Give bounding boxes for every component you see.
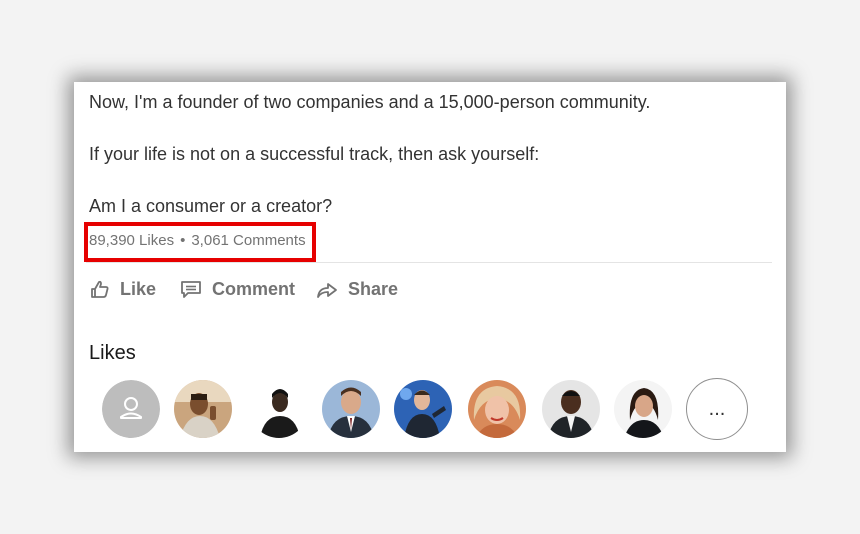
comment-button[interactable]: Comment — [180, 277, 295, 301]
like-button[interactable]: Like — [90, 277, 156, 301]
person-icon — [102, 380, 160, 438]
divider — [86, 262, 772, 263]
comment-label: Comment — [212, 278, 296, 299]
comment-icon — [180, 279, 202, 299]
avatar[interactable] — [542, 380, 600, 438]
avatar[interactable] — [174, 380, 232, 438]
screenshot-stage: Now, I'm a founder of two companies and … — [0, 0, 860, 534]
likes-heading: Likes — [89, 342, 136, 364]
post-text-line: Now, I'm a founder of two companies and … — [89, 92, 651, 112]
avatar[interactable] — [250, 380, 308, 438]
more-label: ... — [708, 397, 726, 420]
avatar-placeholder[interactable] — [102, 380, 160, 438]
post-text-line: Am I a consumer or a creator? — [89, 196, 333, 216]
post-text-line: If your life is not on a successful trac… — [89, 144, 540, 164]
share-arrow-icon — [316, 279, 338, 299]
more-likers-button[interactable]: ... — [686, 378, 748, 440]
avatar[interactable] — [468, 380, 526, 438]
like-label: Like — [120, 278, 157, 299]
share-button[interactable]: Share — [316, 277, 398, 301]
post-card: Now, I'm a founder of two companies and … — [74, 82, 786, 452]
avatar[interactable] — [394, 380, 452, 438]
share-label: Share — [348, 278, 399, 299]
thumbs-up-icon — [90, 279, 110, 299]
avatar[interactable] — [614, 380, 672, 438]
highlight-box — [84, 222, 316, 262]
avatar[interactable] — [322, 380, 380, 438]
